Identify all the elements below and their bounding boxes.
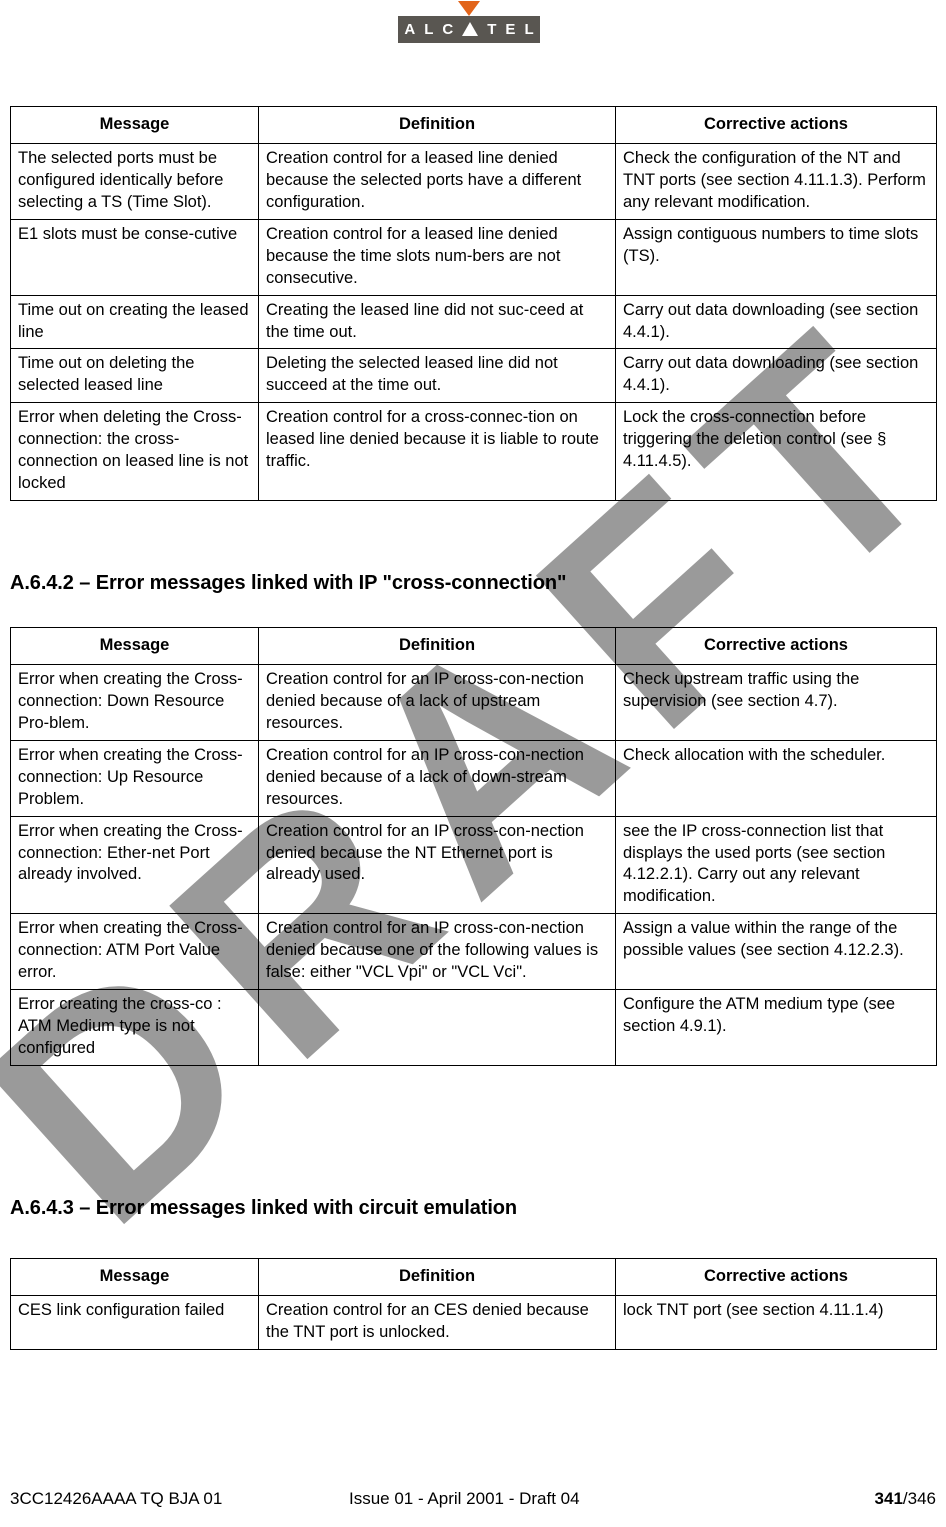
table-row: Error creating the cross-co : ATM Medium… xyxy=(10,989,937,1066)
footer-current-page: 341 xyxy=(874,1489,903,1508)
table-row: The selected ports must be configured id… xyxy=(10,142,937,220)
column-header-definition: Definition xyxy=(258,1258,616,1296)
table-row: E1 slots must be conse-cutive Creation c… xyxy=(10,218,937,296)
cell-corrective: Assign a value within the range of the p… xyxy=(615,913,937,991)
alcatel-triangle-icon xyxy=(458,1,480,16)
logo-letter-l2: L xyxy=(524,20,534,38)
section-heading-a643: A.6.4.3 – Error messages linked with cir… xyxy=(10,1197,518,1219)
cell-message: Error when creating the Cross-connection… xyxy=(10,913,259,991)
error-messages-table-circuit-emulation: Message Definition Corrective actions CE… xyxy=(10,1258,937,1350)
table-row: CES link configuration failed Creation c… xyxy=(10,1294,937,1350)
table-row: Error when creating the Cross-connection… xyxy=(10,913,937,991)
cell-corrective: Carry out data downloading (see section … xyxy=(615,294,937,350)
cell-message: Error when creating the Cross-connection… xyxy=(10,739,259,817)
cell-corrective: see the IP cross-connection list that di… xyxy=(615,815,937,915)
footer-document-code: 3CC12426AAAA TQ BJA 01 xyxy=(10,1489,223,1508)
cell-definition: Creation control for an CES denied becau… xyxy=(258,1294,616,1350)
cell-message: Error when creating the Cross-connection… xyxy=(10,815,259,915)
column-header-corrective-actions: Corrective actions xyxy=(615,627,937,665)
cell-definition xyxy=(258,989,616,1066)
page-content: A L C T E L Message Definition Correctiv… xyxy=(0,0,946,1527)
cell-message: Error when creating the Cross-connection… xyxy=(10,663,259,741)
cell-definition: Creation control for an IP cross-con-nec… xyxy=(258,815,616,915)
cell-corrective: Check upstream traffic using the supervi… xyxy=(615,663,937,741)
cell-definition: Creation control for an IP cross-con-nec… xyxy=(258,913,616,991)
cell-message: Time out on creating the leased line xyxy=(10,294,259,350)
alcatel-logo: A L C T E L xyxy=(398,0,540,46)
cell-definition: Creating the leased line did not suc-cee… xyxy=(258,294,616,350)
cell-message: Error when deleting the Cross-connection… xyxy=(10,402,259,502)
cell-definition: Creation control for a leased line denie… xyxy=(258,142,616,220)
table-row: Time out on creating the leased line Cre… xyxy=(10,294,937,350)
column-header-corrective-actions: Corrective actions xyxy=(615,1258,937,1296)
alcatel-logo-letters: A L C T E L xyxy=(404,22,533,38)
cell-definition: Creation control for a cross-connec-tion… xyxy=(258,402,616,502)
footer-issue-info: Issue 01 - April 2001 - Draft 04 xyxy=(349,1489,580,1508)
error-messages-table-ip-cross-connection: Message Definition Corrective actions Er… xyxy=(10,627,937,1066)
logo-letter-c: C xyxy=(442,20,454,38)
cell-definition: Creation control for an IP cross-con-nec… xyxy=(258,663,616,741)
column-header-message: Message xyxy=(10,627,259,665)
logo-letter-a1: A xyxy=(404,20,416,38)
cell-definition: Creation control for an IP cross-con-nec… xyxy=(258,739,616,817)
table-header-row: Message Definition Corrective actions xyxy=(10,106,937,144)
table-row: Error when creating the Cross-connection… xyxy=(10,739,937,817)
column-header-message: Message xyxy=(10,1258,259,1296)
logo-letter-l1: L xyxy=(424,20,434,38)
column-header-corrective-actions: Corrective actions xyxy=(615,106,937,144)
cell-message: CES link configuration failed xyxy=(10,1294,259,1350)
logo-letter-a-triangle-icon xyxy=(462,22,479,36)
table-row: Error when creating the Cross-connection… xyxy=(10,663,937,741)
page-footer: 3CC12426AAAA TQ BJA 01 Issue 01 - April … xyxy=(10,1489,936,1513)
cell-corrective: Assign contiguous numbers to time slots … xyxy=(615,218,937,296)
error-messages-table-leased-line: Message Definition Corrective actions Th… xyxy=(10,106,937,502)
cell-corrective: Configure the ATM medium type (see secti… xyxy=(615,989,937,1066)
section-heading-a642: A.6.4.2 – Error messages linked with IP … xyxy=(10,572,567,594)
column-header-definition: Definition xyxy=(258,627,616,665)
footer-total-pages: /346 xyxy=(902,1489,936,1508)
cell-message: E1 slots must be conse-cutive xyxy=(10,218,259,296)
cell-definition: Creation control for a leased line denie… xyxy=(258,218,616,296)
cell-corrective: Carry out data downloading (see section … xyxy=(615,348,937,404)
table-row: Error when creating the Cross-connection… xyxy=(10,815,937,915)
cell-corrective: lock TNT port (see section 4.11.1.4) xyxy=(615,1294,937,1350)
table-header-row: Message Definition Corrective actions xyxy=(10,1258,937,1296)
cell-corrective: Check the configuration of the NT and TN… xyxy=(615,142,937,220)
cell-corrective: Check allocation with the scheduler. xyxy=(615,739,937,817)
column-header-definition: Definition xyxy=(258,106,616,144)
cell-message: Time out on deleting the selected leased… xyxy=(10,348,259,404)
footer-page-number: 341/346 xyxy=(875,1489,936,1509)
cell-definition: Deleting the selected leased line did no… xyxy=(258,348,616,404)
column-header-message: Message xyxy=(10,106,259,144)
cell-message: The selected ports must be configured id… xyxy=(10,142,259,220)
logo-letter-t: T xyxy=(487,20,497,38)
cell-message: Error creating the cross-co : ATM Medium… xyxy=(10,989,259,1066)
table-row: Error when deleting the Cross-connection… xyxy=(10,402,937,502)
alcatel-logo-box: A L C T E L xyxy=(398,16,540,43)
table-header-row: Message Definition Corrective actions xyxy=(10,627,937,665)
table-row: Time out on deleting the selected leased… xyxy=(10,348,937,404)
logo-letter-e: E xyxy=(505,20,516,38)
cell-corrective: Lock the cross-connection before trigger… xyxy=(615,402,937,502)
